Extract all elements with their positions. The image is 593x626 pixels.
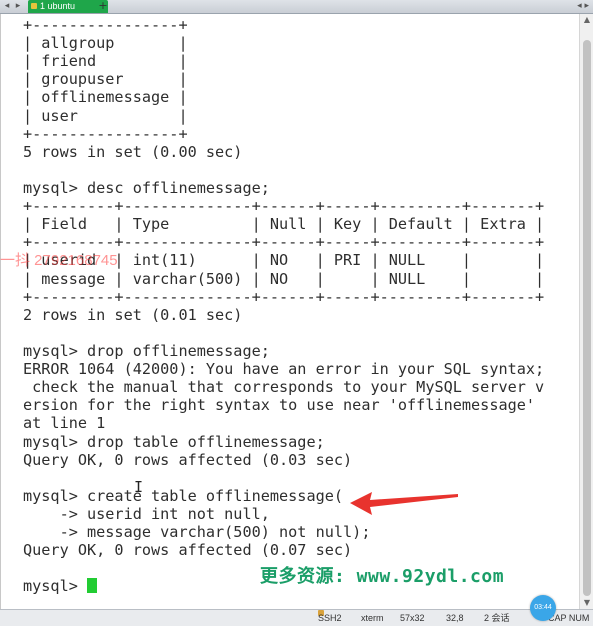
- terminal-line: ersion for the right syntax to use near …: [23, 396, 544, 414]
- terminal-line: +---------+--------------+------+-----+-…: [23, 197, 544, 215]
- terminal-line-text: | message | varchar(500) | NO | | NULL |…: [23, 269, 545, 288]
- text-cursor-icon: I: [134, 478, 144, 496]
- terminal-line: mysql> desc offlinemessage;: [23, 179, 544, 197]
- terminal-line: check the manual that corresponds to you…: [23, 378, 544, 396]
- terminal-line: -> message varchar(500) not null);: [23, 523, 544, 541]
- terminal-scrollbar[interactable]: ▲ ▼: [579, 14, 593, 609]
- terminal-line: ERROR 1064 (42000): You have an error in…: [23, 360, 544, 378]
- terminal-line-text: [23, 324, 32, 342]
- terminal-line: mysql> drop offlinemessage;: [23, 342, 544, 360]
- terminal-line-text: -> userid int not null,: [23, 504, 270, 523]
- terminal-line: | friend |: [23, 52, 544, 70]
- terminal-line-text: | user |: [23, 106, 188, 125]
- scroll-thumb[interactable]: [583, 40, 591, 596]
- terminal-line: [23, 161, 544, 179]
- scroll-down-icon[interactable]: ▼: [580, 597, 593, 609]
- terminal-line-text: -> message varchar(500) not null);: [23, 523, 371, 542]
- terminal-line: 5 rows in set (0.00 sec): [23, 143, 544, 161]
- terminal-line-text: +---------+--------------+------+-----+-…: [23, 287, 545, 306]
- tab-list-controls[interactable]: ◂ ▸: [577, 0, 589, 13]
- terminal-line: | user |: [23, 107, 544, 125]
- watermark-left: 一抖 2792168745: [0, 252, 118, 269]
- terminal-cursor: [87, 578, 98, 594]
- terminal-line: Query OK, 0 rows affected (0.03 sec): [23, 451, 544, 469]
- new-tab-button[interactable]: +: [98, 0, 108, 13]
- terminal-line-text: mysql> drop offlinemessage;: [23, 341, 270, 360]
- terminal-line: +----------------+: [23, 16, 544, 34]
- terminal-line: +----------------+: [23, 125, 544, 143]
- tab-ubuntu[interactable]: 1 ubuntu: [28, 0, 108, 13]
- terminal-line-text: | allgroup |: [23, 34, 188, 53]
- terminal-line-text: mysql> drop table offlinemessage;: [23, 432, 325, 451]
- terminal-line-text: | offlinemessage |: [23, 88, 188, 107]
- terminal-line-text: 2 rows in set (0.01 sec): [23, 305, 243, 324]
- cursor-position: 32,8: [446, 613, 464, 623]
- terminal-line: mysql> drop table offlinemessage;: [23, 433, 544, 451]
- watermark-bottom: 更多资源: www.92ydl.com: [260, 566, 505, 587]
- terminal-line-text: at line 1: [23, 414, 106, 433]
- terminal-line-text: [23, 559, 32, 577]
- terminal-line-text: mysql> create table offlinemessage(: [23, 486, 344, 505]
- terminal-line-text: Query OK, 0 rows affected (0.07 sec): [23, 541, 353, 560]
- terminal-line: mysql> create table offlinemessage(: [23, 487, 544, 505]
- session-count: 2 会话: [484, 613, 510, 623]
- terminal-line-text: check the manual that corresponds to you…: [23, 378, 545, 397]
- terminal-output: +----------------+ | allgroup | | friend |…: [23, 16, 544, 596]
- terminal-line-text: +---------+--------------+------+-----+-…: [23, 197, 545, 216]
- ssh-label: SSH2: [318, 613, 342, 623]
- terminal-line-text: ersion for the right syntax to use near …: [23, 396, 536, 415]
- clock-badge: 03:44: [530, 595, 556, 621]
- terminal-line: Query OK, 0 rows affected (0.07 sec): [23, 541, 544, 559]
- terminal-line-text: [23, 161, 32, 179]
- tab-scroll-left-icon[interactable]: ◂: [2, 0, 12, 13]
- terminal-line-text: [23, 469, 32, 487]
- terminal-line-text: +----------------+: [23, 124, 188, 143]
- tab-label: 1 ubuntu: [40, 1, 76, 11]
- terminal-line: 2 rows in set (0.01 sec): [23, 306, 544, 324]
- tab-scroll-right-icon[interactable]: ▸: [13, 0, 23, 13]
- red-arrow-icon: [350, 492, 458, 515]
- terminal-line: +---------+--------------+------+-----+-…: [23, 288, 544, 306]
- terminal-line: | Field | Type | Null | Key | Default | …: [23, 215, 544, 233]
- terminal-line: | allgroup |: [23, 34, 544, 52]
- terminal-line-text: | friend |: [23, 52, 188, 71]
- terminal-line: | offlinemessage |: [23, 88, 544, 106]
- terminal-line: at line 1: [23, 414, 544, 432]
- terminal-line-text: mysql>: [23, 577, 88, 596]
- tab-bar: ◂ ▸ 1 ubuntu + ◂ ▸: [0, 0, 593, 14]
- terminal-type: xterm: [361, 613, 384, 623]
- terminal-line-text: | groupuser |: [23, 70, 188, 89]
- terminal-line-text: +----------------+: [23, 16, 188, 34]
- terminal-line: -> userid int not null,: [23, 505, 544, 523]
- terminal-size: 57x32: [400, 613, 425, 623]
- terminal-line-text: Query OK, 0 rows affected (0.03 sec): [23, 450, 353, 469]
- terminal-line: [23, 469, 544, 487]
- terminal-line-text: 5 rows in set (0.00 sec): [23, 142, 243, 161]
- terminal-line-text: mysql> desc offlinemessage;: [23, 178, 270, 197]
- terminal-screen[interactable]: +----------------+ | allgroup | | friend |…: [0, 14, 580, 609]
- terminal-line: [23, 324, 544, 342]
- session-status-icon: [31, 3, 37, 9]
- scroll-up-icon[interactable]: ▲: [580, 14, 593, 26]
- terminal-line-text: | Field | Type | Null | Key | Default | …: [23, 215, 545, 234]
- terminal-line: | message | varchar(500) | NO | | NULL |…: [23, 270, 544, 288]
- terminal-line: | groupuser |: [23, 70, 544, 88]
- terminal-line-text: ERROR 1064 (42000): You have an error in…: [23, 360, 545, 379]
- status-bar: SSH2 xterm 57x32 32,8 2 会话 CAP NUM: [0, 609, 593, 626]
